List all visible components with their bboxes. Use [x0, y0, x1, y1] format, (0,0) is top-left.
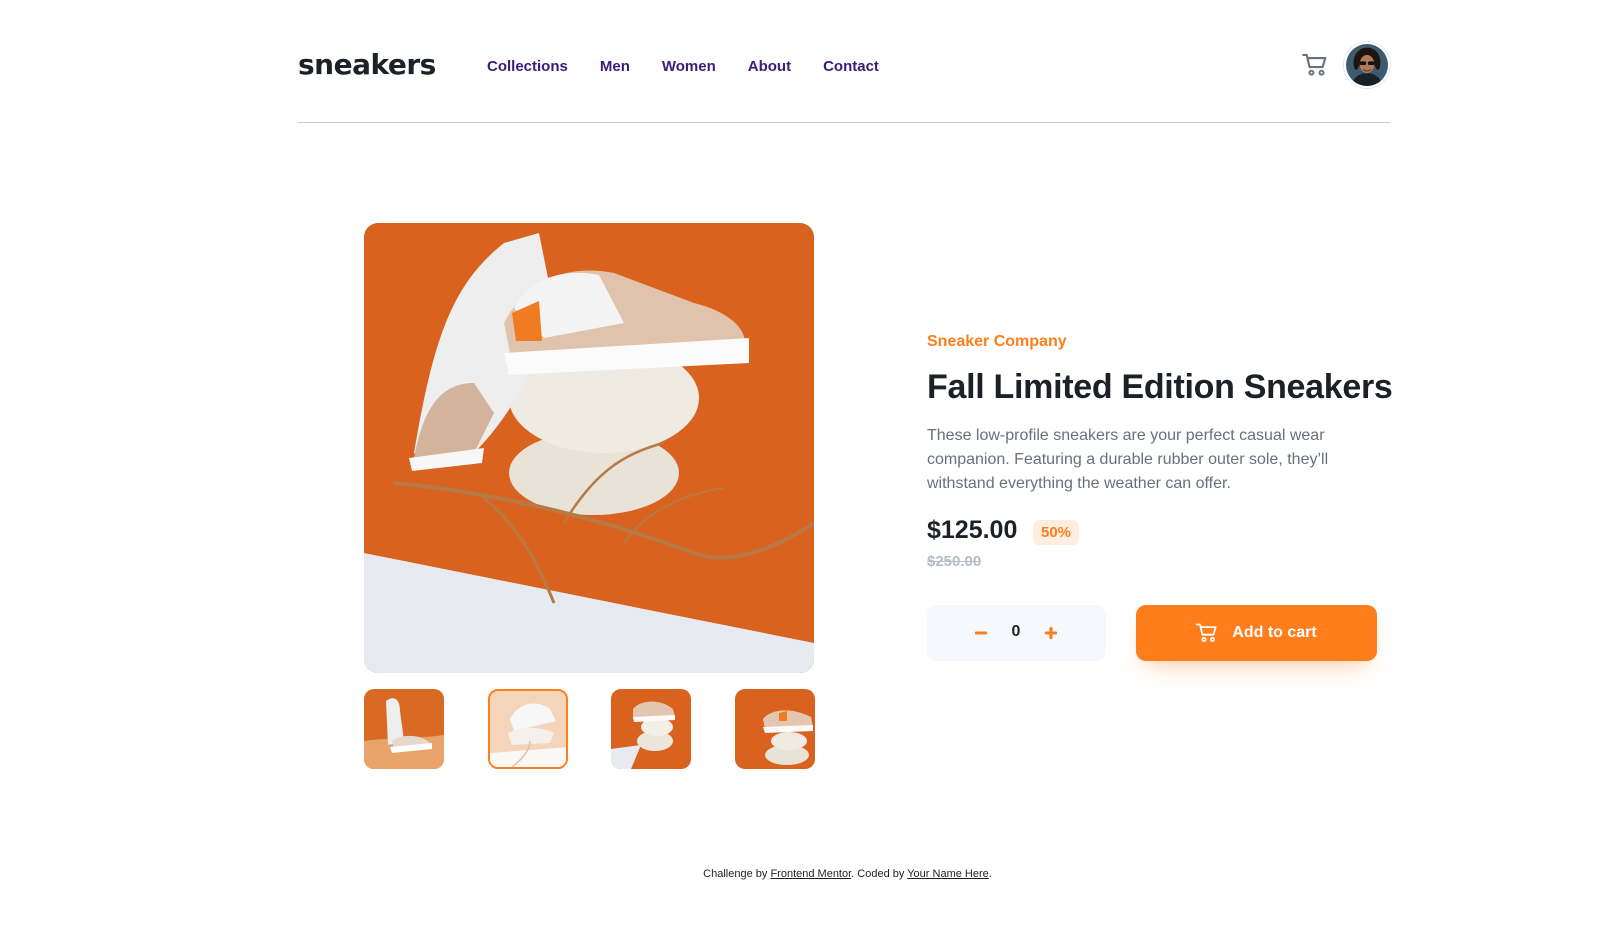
minus-icon[interactable]	[969, 621, 993, 645]
site-header: sneakers Collections Men Women About Con…	[298, 40, 1390, 123]
quantity-stepper: 0	[927, 605, 1106, 661]
cart-icon[interactable]	[1302, 53, 1328, 77]
attribution-middle: . Coded by	[851, 868, 908, 880]
nav-about[interactable]: About	[748, 58, 791, 75]
product-description: These low-profile sneakers are your perf…	[927, 427, 1329, 492]
thumbnail-2[interactable]	[488, 689, 568, 769]
nav-contact[interactable]: Contact	[823, 58, 879, 75]
add-to-cart-label: Add to cart	[1232, 624, 1317, 641]
plus-icon[interactable]	[1039, 621, 1063, 645]
company-name: Sneaker Company	[927, 333, 1067, 350]
attribution-suffix: .	[988, 868, 992, 880]
user-avatar[interactable]	[1344, 42, 1390, 88]
frontend-mentor-link[interactable]: Frontend Mentor	[770, 868, 851, 880]
current-price: $125.00	[927, 516, 1018, 544]
cart-icon	[1196, 623, 1217, 643]
nav-women[interactable]: Women	[662, 58, 716, 75]
main-nav: Collections Men Women About Contact	[487, 58, 879, 75]
original-price: $250.00	[927, 553, 982, 570]
thumbnail-4[interactable]	[735, 689, 815, 769]
thumbnail-1[interactable]	[364, 689, 444, 769]
discount-badge: 50%	[1033, 520, 1080, 545]
nav-men[interactable]: Men	[600, 58, 630, 75]
thumbnail-3[interactable]	[611, 689, 691, 769]
attribution-prefix: Challenge by	[703, 868, 771, 880]
attribution-footer: Challenge by Frontend Mentor. Coded by Y…	[0, 868, 1606, 880]
add-to-cart-button[interactable]: Add to cart	[1136, 605, 1377, 661]
author-link[interactable]: Your Name Here	[907, 868, 989, 880]
site-logo[interactable]: sneakers	[298, 48, 436, 81]
main-product-image[interactable]	[364, 223, 814, 673]
quantity-value: 0	[1011, 623, 1021, 640]
product-title: Fall Limited Edition Sneakers	[927, 368, 1393, 406]
nav-collections[interactable]: Collections	[487, 58, 568, 75]
